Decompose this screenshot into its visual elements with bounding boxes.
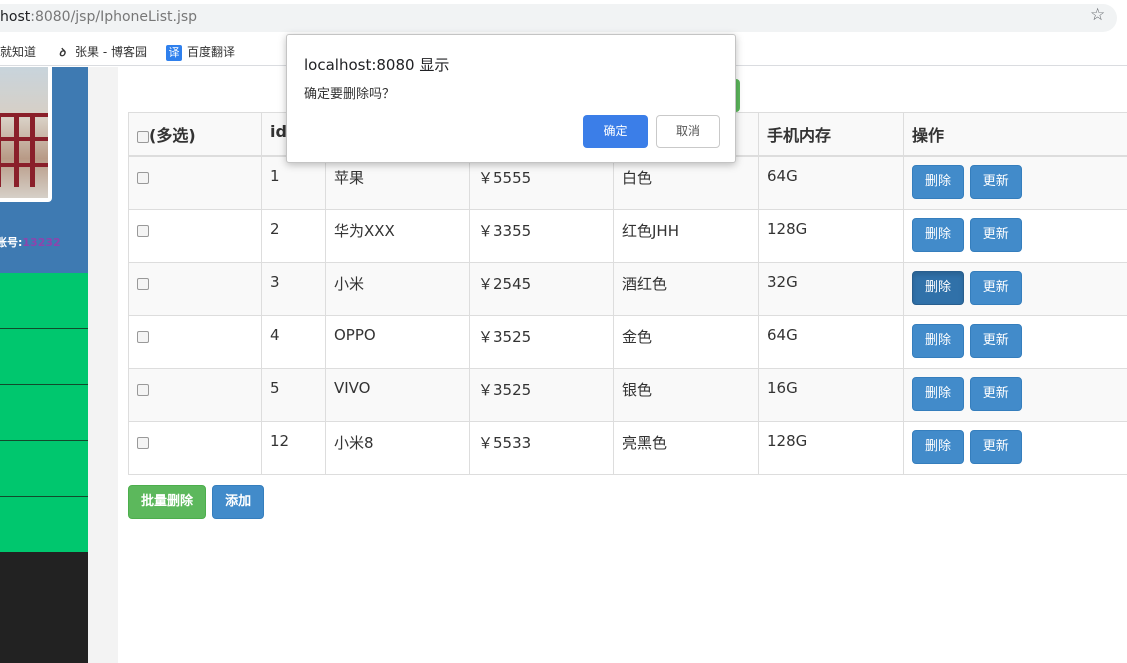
update-button[interactable]: 更新 [969,271,1022,305]
cell-name: 小米8 [325,421,470,475]
cell-id: 1 [261,155,326,210]
bookmark-item-cnblogs[interactable]: ꝺ 张果 - 博客园 [54,43,147,61]
address-bar-area: host:8080/jsp/IphoneList.jsp ☆ [0,0,1127,36]
table-row: 12 小米8 ￥5533 亮黑色 128G 删除 更新 [128,421,1127,475]
profile-panel: 账号:13232 [0,67,88,273]
dialog-title: localhost:8080 显示 [304,56,450,74]
cell-memory: 128G [758,209,904,263]
confirm-ok-button[interactable]: 确定 [583,115,648,148]
update-button[interactable]: 更新 [969,324,1022,358]
cell-price: ￥5555 [469,155,614,210]
sidebar-item[interactable] [0,273,88,329]
sidebar-item[interactable] [0,441,88,497]
avatar [0,67,52,202]
cell-color: 红色JHH [613,209,759,263]
cell-color: 亮黑色 [613,421,759,475]
table-row: 3 小米 ￥2545 酒红色 32G 删除 更新 [128,262,1127,316]
delete-button[interactable]: 删除 [912,165,965,199]
sidebar-item[interactable] [0,329,88,385]
confirm-dialog: localhost:8080 显示 确定要删除吗？ 确定 取消 [286,34,736,163]
batch-delete-button[interactable]: 批量删除 [128,485,207,519]
cell-id: 2 [261,209,326,263]
add-button[interactable]: 添加 [212,485,265,519]
baidu-translate-icon: 译 [166,44,182,61]
row-checkbox[interactable] [137,224,149,237]
cell-name: 华为XXX [325,209,470,263]
content-gutter [88,67,118,663]
table-row: 5 VIVO ￥3525 银色 16G 删除 更新 [128,368,1127,422]
cell-memory: 128G [758,421,904,475]
cell-id: 4 [261,315,326,369]
cell-memory: 64G [758,155,904,210]
cell-memory: 32G [758,262,904,316]
cell-color: 银色 [613,368,759,422]
cell-id: 3 [261,262,326,316]
sidebar-menu [0,273,88,552]
header-select: (多选) [128,112,262,157]
cell-id: 12 [261,421,326,475]
confirm-cancel-button[interactable]: 取消 [656,115,720,148]
dialog-message: 确定要删除吗？ [304,87,396,102]
cell-memory: 64G [758,315,904,369]
table-row: 1 苹果 ￥5555 白色 64G 删除 更新 [128,155,1127,210]
bookmark-item-zhidao[interactable]: 道就知道 [0,43,36,60]
select-all-checkbox[interactable] [137,130,149,143]
cell-name: 苹果 [325,155,470,210]
cnblogs-icon: ꝺ [58,45,66,59]
row-checkbox[interactable] [137,330,149,343]
bookmark-star-icon[interactable]: ☆ [1090,5,1105,25]
bookmark-item-translate[interactable]: 译百度翻译 [166,43,235,61]
account-info: 账号:13232 [0,236,61,249]
row-checkbox[interactable] [137,383,149,396]
sidebar: 账号:13232 [0,67,88,663]
row-checkbox[interactable] [137,277,149,290]
delete-button[interactable]: 删除 [912,271,965,305]
cell-color: 酒红色 [613,262,759,316]
delete-button[interactable]: 删除 [912,218,965,252]
header-actions: 操作 [903,112,1127,157]
cell-price: ￥3525 [469,368,614,422]
table-row: 4 OPPO ￥3525 金色 64G 删除 更新 [128,315,1127,369]
row-checkbox[interactable] [137,436,149,449]
sidebar-item[interactable] [0,385,88,441]
cell-price: ￥3355 [469,209,614,263]
url-text[interactable]: host:8080/jsp/IphoneList.jsp [0,9,197,25]
cell-name: 小米 [325,262,470,316]
cell-price: ￥5533 [469,421,614,475]
update-button[interactable]: 更新 [969,377,1022,411]
cell-price: ￥2545 [469,262,614,316]
header-memory: 手机内存 [758,112,904,157]
update-button[interactable]: 更新 [969,430,1022,464]
cell-color: 金色 [613,315,759,369]
delete-button[interactable]: 删除 [912,324,965,358]
sidebar-item[interactable] [0,497,88,553]
phone-table: (多选) id 手机内存 操作 1 苹果 ￥5555 白色 64G 删除 更新 … [128,112,1127,475]
update-button[interactable]: 更新 [969,218,1022,252]
cell-memory: 16G [758,368,904,422]
update-button[interactable]: 更新 [969,165,1022,199]
table-row: 2 华为XXX ￥3355 红色JHH 128G 删除 更新 [128,209,1127,263]
row-checkbox[interactable] [137,171,149,184]
cell-name: OPPO [325,315,470,369]
cell-color: 白色 [613,155,759,210]
bulk-actions: 批量删除 添加 [128,485,265,519]
cell-id: 5 [261,368,326,422]
cell-name: VIVO [325,368,470,422]
delete-button[interactable]: 删除 [912,430,965,464]
cell-price: ￥3525 [469,315,614,369]
delete-button[interactable]: 删除 [912,377,965,411]
